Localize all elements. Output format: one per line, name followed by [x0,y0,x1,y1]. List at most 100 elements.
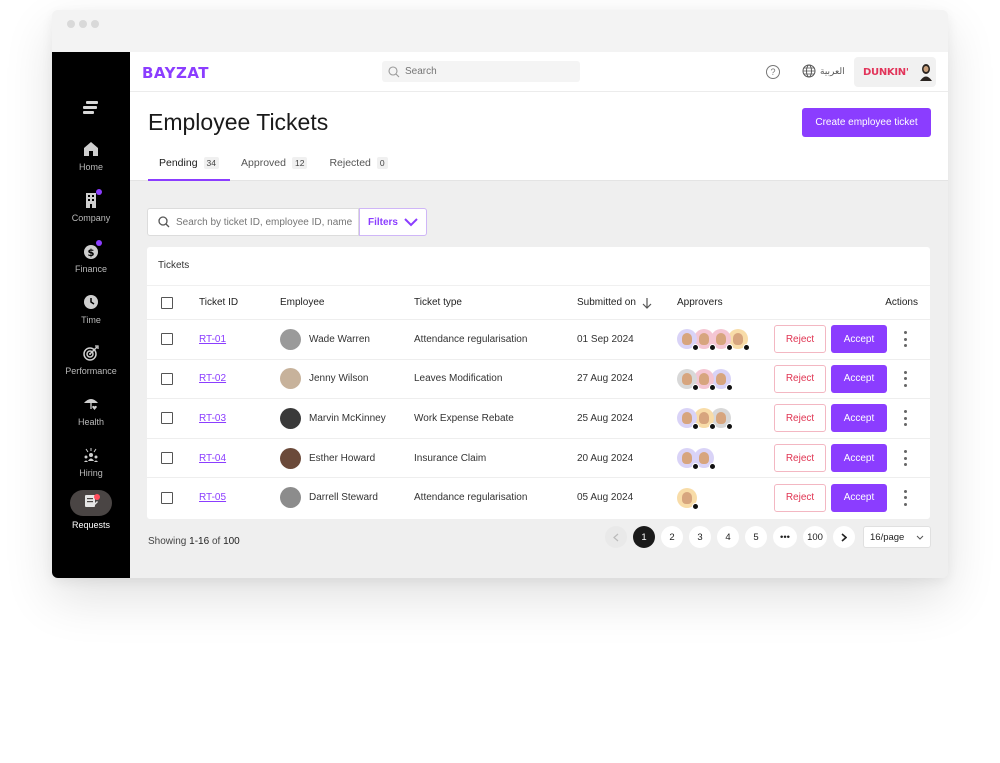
sidebar-item-label: Health [77,417,104,427]
more-options-icon[interactable] [902,370,908,387]
ticket-id-link[interactable]: RT-04 [199,453,226,464]
more-options-icon[interactable] [902,489,908,506]
sidebar-item-performance[interactable]: Performance [52,343,130,376]
tickets-table: Tickets Ticket ID Employee Ticket type S… [147,247,930,519]
approver-avatar[interactable] [677,408,699,431]
page-button[interactable]: 2 [661,526,683,548]
status-tabs: Pending 34 Approved 12 Rejected 0 [148,157,399,181]
sidebar-item-label: Requests [71,520,111,530]
sidebar-item-company[interactable]: Company [52,189,130,223]
next-page-button[interactable] [833,526,855,548]
sidebar-item-finance[interactable]: $ Finance [52,240,130,274]
pending-clock-icon [709,423,716,431]
ticket-search-input[interactable] [176,216,356,228]
tab-pending[interactable]: Pending 34 [148,157,231,181]
accept-button[interactable]: Accept [831,444,887,473]
employee-cell: Darrell Steward [280,487,378,509]
row-checkbox[interactable] [161,491,173,504]
approver-avatar[interactable] [677,329,699,352]
employee-name: Darrell Steward [309,492,378,504]
sidebar-item-label: Time [81,315,101,325]
approver-avatar[interactable] [677,448,699,471]
approver-avatar[interactable] [677,368,699,391]
more-options-icon[interactable] [902,450,908,467]
sidebar-item-requests[interactable]: Requests [52,490,130,530]
pending-clock-icon [726,344,733,352]
page-button[interactable]: 100 [803,526,827,548]
page-button[interactable]: 3 [689,526,711,548]
sidebar-item-health[interactable]: Health [52,394,130,427]
table-row: RT-03 Marvin McKinney Work Expense Rebat… [147,398,930,438]
page-size-select[interactable]: 16/page [863,526,931,548]
sidebar-item-home[interactable]: Home [52,139,130,172]
ticket-id-link[interactable]: RT-01 [199,334,226,345]
tab-count-badge: 0 [376,157,388,169]
select-all-checkbox[interactable] [161,296,173,309]
pending-clock-icon [726,423,733,431]
sidebar-item-time[interactable]: Time [52,292,130,325]
approvers-group [677,487,699,510]
pagination-ellipsis[interactable]: ••• [773,526,797,548]
reject-button[interactable]: Reject [774,364,826,393]
tab-rejected[interactable]: Rejected 0 [318,157,398,181]
employee-cell: Jenny Wilson [280,368,368,390]
more-options-icon[interactable] [902,331,908,348]
menu-icon[interactable] [83,101,99,114]
ticket-search[interactable] [147,208,359,236]
sidebar-item-hiring[interactable]: Hiring [52,445,130,478]
global-search-input[interactable] [405,66,565,77]
ticket-id-link[interactable]: RT-03 [199,413,226,424]
showing-count: Showing 1-16 of 100 [148,536,240,547]
page-button[interactable]: 5 [745,526,767,548]
sort-arrow-down-icon[interactable] [642,297,652,309]
row-checkbox[interactable] [161,452,173,465]
help-icon[interactable]: ? [766,65,780,79]
reject-button[interactable]: Reject [774,444,826,473]
row-checkbox[interactable] [161,372,173,385]
sidebar-item-label: Company [71,213,111,223]
bayzat-logo[interactable]: BAYZAT [142,64,209,82]
column-ticket-id: Ticket ID [199,297,239,308]
submitted-date: 27 Aug 2024 [577,373,634,385]
global-search[interactable] [382,61,580,82]
accept-button[interactable]: Accept [831,483,887,512]
submitted-date: 20 Aug 2024 [577,452,634,464]
accept-button[interactable]: Accept [831,404,887,433]
table-header: Ticket ID Employee Ticket type Submitted… [147,285,930,319]
create-employee-ticket-button[interactable]: Create employee ticket [802,108,931,137]
company-switcher[interactable]: DUNKIN' [854,57,936,87]
prev-page-button[interactable] [605,526,627,548]
ticket-id-link[interactable]: RT-02 [199,373,226,384]
window-maximize-button[interactable] [91,20,99,28]
tab-label: Pending [159,157,198,169]
employee-name: Marvin McKinney [309,412,386,424]
pending-clock-icon [692,344,699,352]
ticket-id: RT-02 [199,373,226,384]
reject-button[interactable]: Reject [774,404,826,433]
row-checkbox[interactable] [161,412,173,425]
tab-approved[interactable]: Approved 12 [230,157,318,181]
window-close-button[interactable] [67,20,75,28]
globe-icon[interactable] [802,64,816,78]
home-icon [81,139,101,159]
filters-button[interactable]: Filters [359,208,427,236]
tab-count-badge: 12 [291,157,308,169]
employee-name: Esther Howard [309,452,376,464]
approver-avatar[interactable] [677,487,699,510]
accept-button[interactable]: Accept [831,364,887,393]
column-submitted-on[interactable]: Submitted on [577,297,652,309]
pending-clock-icon [726,383,733,391]
ticket-id-link[interactable]: RT-05 [199,492,226,503]
accept-button[interactable]: Accept [831,325,887,354]
ticket-id: RT-01 [199,334,226,345]
page-header: Employee Tickets Create employee ticket … [130,92,948,181]
more-options-icon[interactable] [902,410,908,427]
row-checkbox[interactable] [161,333,173,346]
reject-button[interactable]: Reject [774,483,826,512]
page-button[interactable]: 4 [717,526,739,548]
sidebar-item-label: Performance [65,366,117,376]
language-switch[interactable]: العربية [820,66,845,77]
reject-button[interactable]: Reject [774,325,826,354]
window-minimize-button[interactable] [79,20,87,28]
page-button[interactable]: 1 [633,526,655,548]
